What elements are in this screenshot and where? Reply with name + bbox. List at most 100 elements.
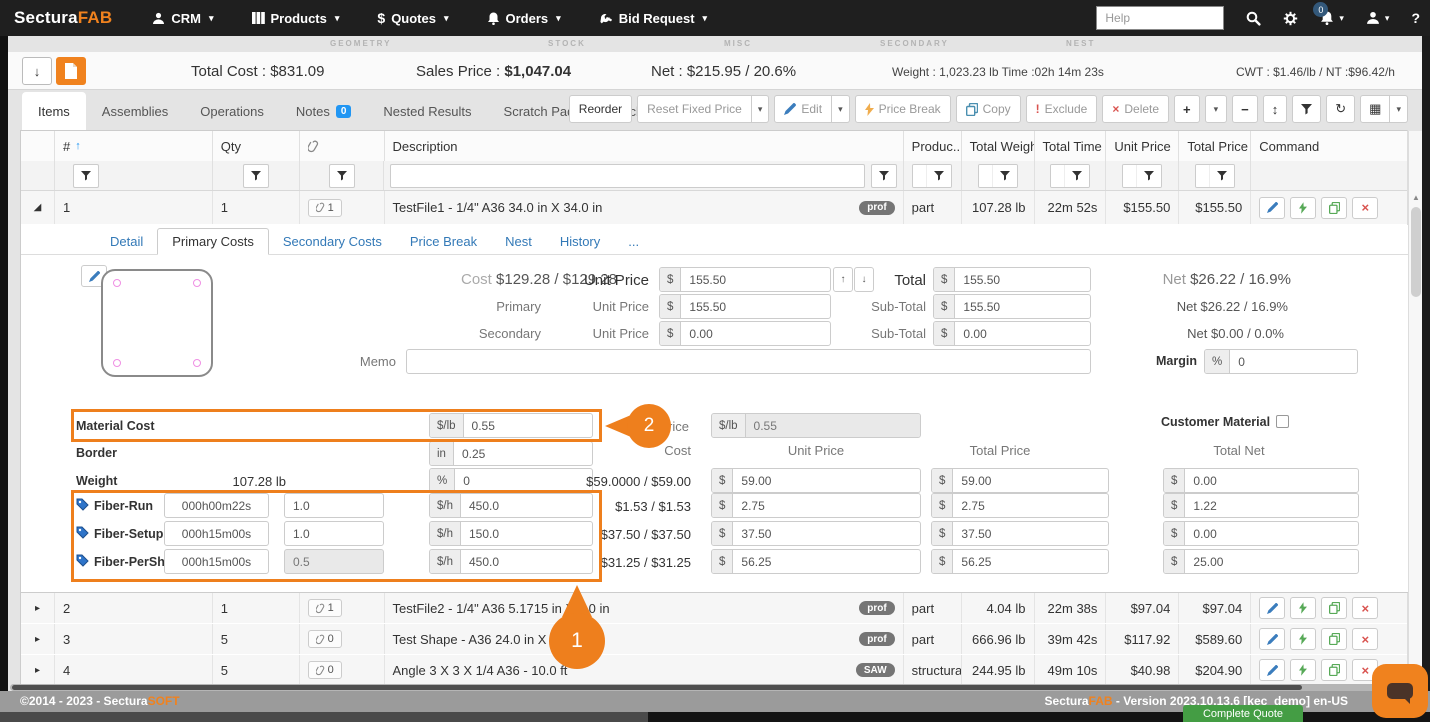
attachments-button[interactable]: 0 <box>308 661 342 679</box>
row-edit-button[interactable] <box>1259 597 1285 619</box>
row-delete-button[interactable]: × <box>1352 597 1378 619</box>
menu-quotes[interactable]: $ Quotes▾ <box>377 10 448 26</box>
fiber-setup-total-net-input[interactable] <box>1185 522 1358 545</box>
filter-unit-price[interactable] <box>1122 164 1162 188</box>
subtab-detail[interactable]: Detail <box>96 228 157 255</box>
delete-button[interactable]: ×Delete <box>1102 95 1169 123</box>
row-copy-button[interactable] <box>1321 659 1347 681</box>
app-logo[interactable]: SecturaFAB <box>14 8 112 28</box>
material-total-net-input[interactable] <box>1185 469 1358 492</box>
table-row[interactable]: ◢ 1 1 1 TestFile1 - 1/4" A36 34.0 in X 3… <box>21 191 1407 225</box>
row-copy-button[interactable] <box>1321 197 1347 219</box>
total-input[interactable] <box>955 268 1090 291</box>
attachments-button[interactable]: 0 <box>308 630 342 648</box>
primary-subtotal-input[interactable] <box>955 295 1090 318</box>
fiber-persheet-total-net-input[interactable] <box>1185 550 1358 573</box>
subtab-more[interactable]: ... <box>614 228 653 255</box>
row-copy-button[interactable] <box>1321 597 1347 619</box>
filter-description-input[interactable] <box>390 164 864 188</box>
filter-total-time[interactable] <box>1050 164 1090 188</box>
fiber-persheet-total-price-input[interactable] <box>953 550 1108 573</box>
filter-num-button[interactable] <box>73 164 99 188</box>
document-button[interactable] <box>56 57 86 85</box>
col-header-attachments[interactable] <box>300 131 385 161</box>
edit-caret[interactable]: ▾ <box>832 95 850 123</box>
reset-fixed-price-button[interactable]: Reset Fixed Price <box>637 95 752 123</box>
subtab-primary-costs[interactable]: Primary Costs <box>157 228 269 255</box>
price-break-button[interactable]: Price Break <box>855 95 951 123</box>
row-price-break-button[interactable] <box>1290 597 1316 619</box>
expand-row-icon[interactable]: ▸ <box>35 603 40 614</box>
tab-items[interactable]: Items <box>22 92 86 130</box>
copy-button[interactable]: Copy <box>956 95 1021 123</box>
secondary-subtotal-input[interactable] <box>955 322 1090 345</box>
border-input[interactable] <box>454 442 592 465</box>
subtab-nest[interactable]: Nest <box>491 228 546 255</box>
col-header-product[interactable]: Produc... <box>904 131 962 161</box>
col-header-total-price[interactable]: Total Price <box>1179 131 1251 161</box>
table-row[interactable]: ▸ 2 1 1 TestFile2 - 1/4" A36 5.1715 in X… <box>21 593 1407 624</box>
remove-row-button[interactable]: − <box>1232 95 1258 123</box>
row-edit-button[interactable] <box>1259 659 1285 681</box>
tab-operations[interactable]: Operations <box>184 92 280 130</box>
col-header-description[interactable]: Description <box>385 131 904 161</box>
memo-input[interactable] <box>406 349 1091 374</box>
subtab-secondary-costs[interactable]: Secondary Costs <box>269 228 396 255</box>
col-header-qty[interactable]: Qty <box>213 131 300 161</box>
subtab-price-break[interactable]: Price Break <box>396 228 491 255</box>
row-copy-button[interactable] <box>1321 628 1347 650</box>
scrollbar-thumb[interactable] <box>1411 207 1421 297</box>
row-edit-button[interactable] <box>1259 628 1285 650</box>
edit-button[interactable]: Edit <box>774 95 832 123</box>
tab-notes[interactable]: Notes0 <box>280 92 368 130</box>
expand-row-icon[interactable]: ▸ <box>35 665 40 676</box>
col-header-total-weight[interactable]: Total Weight <box>962 131 1035 161</box>
row-delete-button[interactable]: × <box>1352 628 1378 650</box>
collapse-row-icon[interactable]: ◢ <box>34 202 42 213</box>
scroll-up-arrow[interactable]: ▲ <box>1409 193 1423 202</box>
horizontal-scrollbar[interactable] <box>10 684 1410 691</box>
col-header-total-time[interactable]: Total Time <box>1035 131 1107 161</box>
menu-crm[interactable]: CRM▾ <box>152 10 213 26</box>
vertical-scrollbar[interactable]: ▲ <box>1408 131 1422 683</box>
filter-product[interactable] <box>912 164 952 188</box>
filter-attachments-button[interactable] <box>329 164 355 188</box>
fiber-run-total-price-input[interactable] <box>953 494 1108 517</box>
columns-caret[interactable]: ▾ <box>1390 95 1408 123</box>
row-price-break-button[interactable] <box>1290 659 1316 681</box>
filter-total-price[interactable] <box>1195 164 1235 188</box>
margin-input[interactable] <box>1230 350 1357 373</box>
search-icon[interactable] <box>1246 11 1261 26</box>
row-price-break-button[interactable] <box>1290 628 1316 650</box>
fiber-persheet-unit-price-input[interactable] <box>733 550 920 573</box>
scrollbar-thumb[interactable] <box>12 685 1302 690</box>
primary-unit-price-input[interactable] <box>681 295 830 318</box>
chat-widget-button[interactable] <box>1372 664 1428 718</box>
help-search-input[interactable] <box>1096 6 1224 30</box>
row-delete-button[interactable]: × <box>1352 197 1378 219</box>
customer-material-checkbox[interactable] <box>1276 415 1289 428</box>
material-unit-price-input[interactable] <box>733 469 920 492</box>
filter-qty-button[interactable] <box>243 164 269 188</box>
user-menu[interactable]: ▾ <box>1366 11 1390 25</box>
menu-bid-request[interactable]: Bid Request▾ <box>599 10 707 26</box>
fiber-run-total-net-input[interactable] <box>1185 494 1358 517</box>
reset-fixed-price-caret[interactable]: ▾ <box>752 95 770 123</box>
columns-button[interactable]: ▦ <box>1360 95 1390 123</box>
menu-products[interactable]: Products▾ <box>252 10 340 26</box>
expand-row-icon[interactable]: ▸ <box>35 634 40 645</box>
secondary-unit-price-input[interactable] <box>681 322 830 345</box>
complete-quote-button[interactable]: Complete Quote <box>1183 705 1303 722</box>
tab-assemblies[interactable]: Assemblies <box>86 92 184 130</box>
menu-orders[interactable]: Orders▾ <box>487 10 561 26</box>
help-icon[interactable]: ? <box>1411 10 1420 26</box>
notifications-bell[interactable]: 0 ▾ <box>1320 11 1344 25</box>
attachments-button[interactable]: 1 <box>308 599 342 617</box>
refresh-button[interactable]: ↻ <box>1326 95 1355 123</box>
col-header-num[interactable]: #↑ <box>55 131 213 161</box>
filter-description-button[interactable] <box>871 164 897 188</box>
add-row-button[interactable]: + <box>1174 95 1200 123</box>
unit-price-input[interactable] <box>681 268 830 291</box>
row-price-break-button[interactable] <box>1290 197 1316 219</box>
reorder-button[interactable]: Reorder <box>569 95 632 123</box>
